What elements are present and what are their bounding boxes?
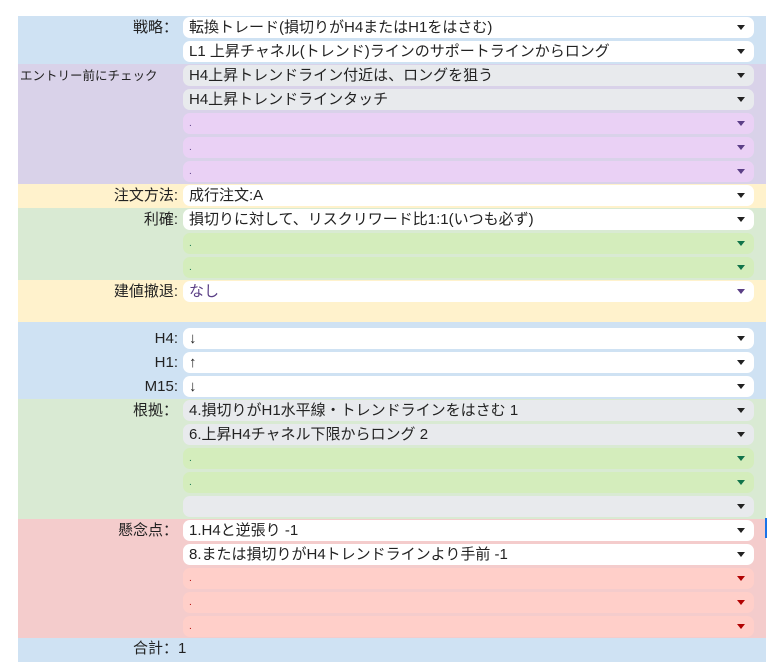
dropdown-value: . [189,142,192,153]
dropdown-arrow-icon [737,480,745,485]
dropdown-arrow-icon [737,504,745,509]
concerns-dropdown-1[interactable]: 1.H4と逆張り -1 [183,520,754,541]
cell-selection-marker [765,518,767,538]
concerns-dropdown-5[interactable]: . [183,616,754,637]
order-label: 注文方法: [113,187,178,204]
concerns-section: 懸念点： 1.H4と逆張り -1 8.または損切りがH4トレンドラインより手前 … [18,519,766,639]
basis-dropdown-2[interactable]: 6.上昇H4チャネル下限からロング 2 [183,424,754,445]
concerns-label: 懸念点： [117,522,178,539]
entry-check-dropdown-1[interactable]: H4上昇トレンドライン付近は、ロングを狙う [183,65,754,86]
entry-check-label: エントリー前にチェック [20,69,158,83]
dropdown-arrow-icon [737,528,745,533]
dropdown-value: . [189,262,192,273]
dropdown-arrow-icon [737,432,745,437]
dropdown-arrow-icon [737,73,745,78]
entry-check-dropdown-5[interactable]: . [183,161,754,182]
take-profit-dropdown-3[interactable]: . [183,257,754,278]
dropdown-value: 1.H4と逆張り -1 [189,522,299,539]
total-value: 1 [178,640,187,657]
total-label: 合計： [132,640,178,657]
basis-dropdown-5[interactable] [183,496,754,517]
dropdown-arrow-icon [737,169,745,174]
strategy-dropdown-1[interactable]: 転換トレード(損切りがH4またはH1をはさむ) [183,17,754,38]
basis-section: 根拠： 4.損切りがH1水平線・トレンドラインをはさむ 1 6.上昇H4チャネル… [18,399,766,519]
dropdown-arrow-icon [737,552,745,557]
concerns-dropdown-4[interactable]: . [183,592,754,613]
dropdown-arrow-icon [737,25,745,30]
dropdown-value: . [189,238,192,249]
dropdown-arrow-icon [737,624,745,629]
h1-dropdown[interactable]: ↑ [183,352,754,373]
strategy-label: 戦略： [132,19,178,36]
dropdown-value: H4上昇トレンドライン付近は、ロングを狙う [189,67,494,84]
dropdown-arrow-icon [737,121,745,126]
withdraw-section: 建値撤退: なし [18,280,766,322]
dropdown-value: ↓ [189,378,197,395]
dropdown-arrow-icon [737,193,745,198]
dropdown-arrow-icon [737,600,745,605]
dropdown-value: . [189,597,192,608]
dropdown-value: 損切りに対して、リスクリワード比1:1(いつも必ず) [189,211,534,228]
dropdown-value: . [189,573,192,584]
basis-dropdown-3[interactable]: . [183,448,754,469]
entry-check-dropdown-2[interactable]: H4上昇トレンドラインタッチ [183,89,754,110]
dropdown-value: H4上昇トレンドラインタッチ [189,91,389,108]
order-section: 注文方法: 成行注文:A [18,184,766,208]
basis-dropdown-1[interactable]: 4.損切りがH1水平線・トレンドラインをはさむ 1 [183,400,754,421]
dropdown-value: 成行注文:A [189,187,264,204]
h4-label: H4: [154,330,178,347]
strategy-dropdown-2[interactable]: L1 上昇チャネル(トレンド)ラインのサポートラインからロング [183,41,754,62]
dropdown-arrow-icon [737,217,745,222]
dropdown-arrow-icon [737,360,745,365]
take-profit-label: 利確: [143,211,178,228]
dropdown-value: 転換トレード(損切りがH4またはH1をはさむ) [189,19,493,36]
withdraw-dropdown[interactable]: なし [183,281,754,302]
h1-label: H1: [154,354,178,371]
take-profit-dropdown-1[interactable]: 損切りに対して、リスクリワード比1:1(いつも必ず) [183,209,754,230]
withdraw-label: 建値撤退: [113,283,178,300]
trade-checklist-sheet: 戦略： 転換トレード(損切りがH4またはH1をはさむ) L1 上昇チャネル(トレ… [18,16,766,639]
dropdown-value: . [189,453,192,464]
entry-check-section: エントリー前にチェック H4上昇トレンドライン付近は、ロングを狙う H4上昇トレ… [18,64,766,184]
dropdown-arrow-icon [737,49,745,54]
dropdown-value: . [189,166,192,177]
dropdown-value: . [189,477,192,488]
dropdown-value: 4.損切りがH1水平線・トレンドラインをはさむ 1 [189,402,519,419]
dropdown-value: L1 上昇チャネル(トレンド)ラインのサポートラインからロング [189,43,610,60]
entry-check-dropdown-4[interactable]: . [183,137,754,158]
basis-dropdown-4[interactable]: . [183,472,754,493]
m15-label: M15: [144,378,178,395]
dropdown-value: ↓ [189,330,197,347]
take-profit-dropdown-2[interactable]: . [183,233,754,254]
m15-dropdown[interactable]: ↓ [183,376,754,397]
dropdown-arrow-icon [737,456,745,461]
dropdown-arrow-icon [737,289,745,294]
dropdown-value: . [189,118,192,129]
dropdown-value: . [189,621,192,632]
dropdown-value: なし [189,283,220,300]
entry-check-dropdown-3[interactable]: . [183,113,754,134]
dropdown-arrow-icon [737,241,745,246]
dropdown-value: ↑ [189,354,197,371]
dropdown-arrow-icon [737,576,745,581]
dropdown-arrow-icon [737,265,745,270]
order-dropdown[interactable]: 成行注文:A [183,185,754,206]
dropdown-arrow-icon [737,408,745,413]
h4-dropdown[interactable]: ↓ [183,328,754,349]
strategy-section: 戦略： 転換トレード(損切りがH4またはH1をはさむ) L1 上昇チャネル(トレ… [18,16,766,64]
take-profit-section: 利確: 損切りに対して、リスクリワード比1:1(いつも必ず) . . [18,208,766,280]
dropdown-value: 8.または損切りがH4トレンドラインより手前 -1 [189,546,508,563]
timeframe-section: H4: ↓ H1: ↑ M15: ↓ [18,322,766,399]
dropdown-value: 6.上昇H4チャネル下限からロング 2 [189,426,429,443]
concerns-dropdown-3[interactable]: . [183,568,754,589]
concerns-dropdown-2[interactable]: 8.または損切りがH4トレンドラインより手前 -1 [183,544,754,565]
basis-label: 根拠： [132,402,178,419]
dropdown-arrow-icon [737,384,745,389]
total-row: 合計： 1 [18,638,766,662]
dropdown-arrow-icon [737,97,745,102]
dropdown-arrow-icon [737,145,745,150]
dropdown-arrow-icon [737,336,745,341]
